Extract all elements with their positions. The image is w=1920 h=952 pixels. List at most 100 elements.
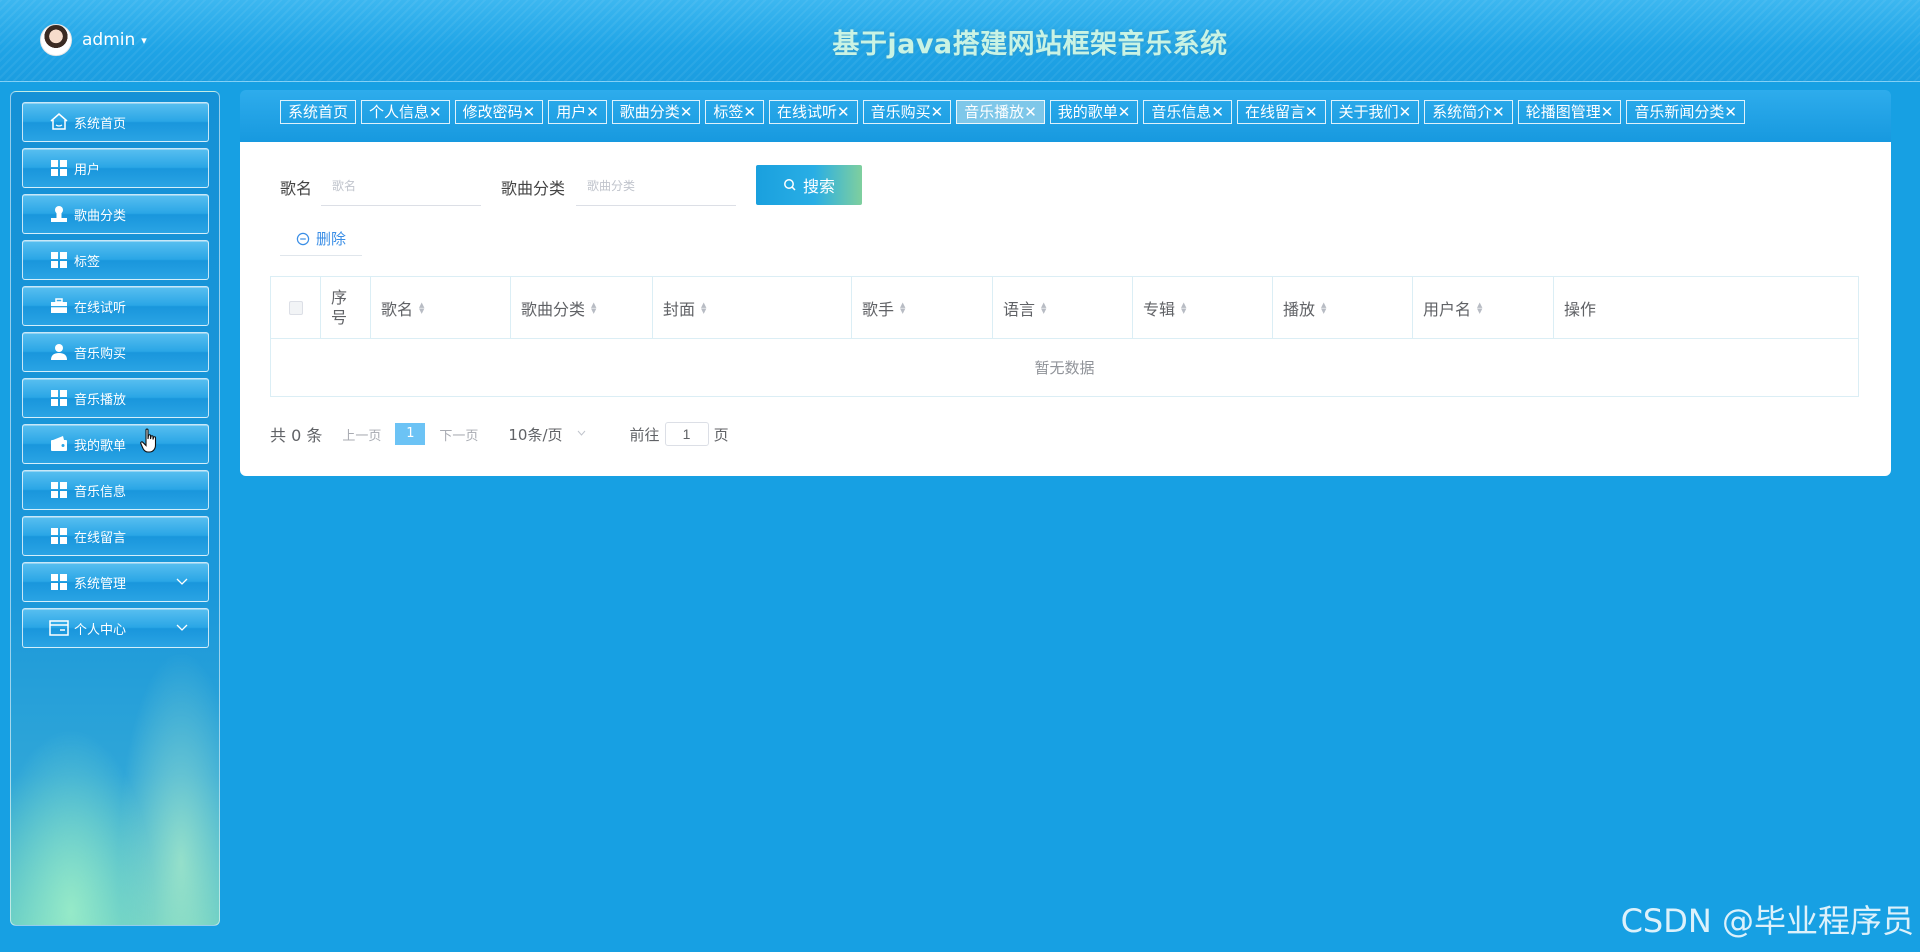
sidebar-item-2[interactable]: 歌曲分类: [22, 194, 209, 234]
grid-icon: [49, 480, 69, 500]
sidebar-item-label: 音乐购买: [74, 346, 127, 362]
site-title: 基于java搭建网站框架音乐系统: [832, 29, 1228, 60]
sidebar: 系统首页用户歌曲分类标签在线试听音乐购买音乐播放我的歌单音乐信息在线留言系统管理…: [10, 91, 220, 926]
sidebar-item-6[interactable]: 音乐播放: [22, 378, 209, 418]
close-icon[interactable]: ✕: [429, 103, 442, 121]
tab-10[interactable]: 音乐信息✕: [1143, 100, 1232, 124]
goto-page-input[interactable]: [664, 422, 709, 446]
home-icon: [49, 112, 69, 132]
delete-button[interactable]: 删除: [280, 222, 362, 256]
song-category-input[interactable]: [576, 166, 736, 206]
tab-15[interactable]: 音乐新闻分类✕: [1626, 100, 1745, 124]
tab-2[interactable]: 修改密码✕: [454, 100, 544, 124]
sidebar-item-8[interactable]: 音乐信息: [22, 470, 209, 510]
sidebar-item-7[interactable]: 我的歌单: [22, 424, 209, 464]
tab-6[interactable]: 在线试听✕: [768, 100, 858, 124]
table-header: 序号 歌名 ▲ ▼ 歌曲分类 ▲ ▼ 封面 ▲ ▼ 歌手 ▲ ▼ 语言 ▲ ▼ 专辑 ▲ ▼ 播放 ▲ ▼ 用户名 ▲ ▼ 操作: [271, 277, 1858, 339]
sidebar-item-label: 音乐信息: [74, 484, 127, 500]
close-icon[interactable]: ✕: [1601, 103, 1614, 121]
tab-12[interactable]: 关于我们✕: [1330, 100, 1420, 124]
column-header-10: 操作: [1554, 277, 1860, 338]
tab-0[interactable]: 系统首页: [280, 100, 357, 124]
sidebar-item-1[interactable]: 用户: [22, 148, 209, 188]
sidebar-item-10[interactable]: 系统管理: [22, 562, 209, 602]
column-header-2[interactable]: 歌名 ▲ ▼: [371, 277, 511, 338]
sort-icon[interactable]: ▲ ▼: [1477, 301, 1482, 314]
search-icon: [784, 179, 796, 191]
tabs-strip: 系统首页 个人信息✕ 修改密码✕ 用户✕ 歌曲分类✕ 标签✕ 在线试听✕ 音乐购买✕ 音乐播放✕…: [280, 100, 1860, 126]
tab-label: 歌曲分类: [619, 103, 680, 121]
page-number-button[interactable]: 1: [395, 423, 426, 445]
close-icon[interactable]: ✕: [931, 103, 944, 121]
song-name-input[interactable]: [321, 166, 481, 206]
grid-icon: [49, 388, 69, 408]
sort-icon[interactable]: ▲ ▼: [1321, 301, 1326, 314]
sidebar-item-4[interactable]: 在线试听: [22, 286, 209, 326]
close-icon[interactable]: ✕: [1492, 103, 1505, 121]
close-icon[interactable]: ✕: [837, 103, 850, 121]
tab-label: 关于我们: [1338, 103, 1399, 121]
tab-13[interactable]: 系统简介✕: [1424, 100, 1513, 124]
close-icon[interactable]: ✕: [1024, 103, 1037, 121]
briefcase-icon: [49, 296, 69, 316]
column-header-7[interactable]: 专辑 ▲ ▼: [1133, 277, 1273, 338]
sidebar-item-label: 在线试听: [74, 300, 127, 316]
sidebar-item-0[interactable]: 系统首页: [22, 102, 209, 142]
sort-icon[interactable]: ▲ ▼: [1041, 301, 1046, 314]
sort-icon[interactable]: ▲ ▼: [701, 301, 706, 314]
column-header-label: 歌名: [381, 299, 414, 319]
music-table: 序号 歌名 ▲ ▼ 歌曲分类 ▲ ▼ 封面 ▲ ▼ 歌手 ▲ ▼ 语言 ▲ ▼ 专辑 ▲ ▼ 播放 ▲ ▼ 用户名 ▲ ▼ 操作 …: [270, 276, 1859, 397]
column-header-4[interactable]: 封面 ▲ ▼: [653, 277, 852, 338]
close-icon[interactable]: ✕: [1724, 103, 1737, 121]
sidebar-item-9[interactable]: 在线留言: [22, 516, 209, 556]
search-button[interactable]: 搜索: [756, 165, 862, 205]
close-icon[interactable]: ✕: [586, 103, 599, 121]
column-header-5[interactable]: 歌手 ▲ ▼: [852, 277, 993, 338]
sort-icon[interactable]: ▲ ▼: [419, 301, 424, 314]
tab-label: 修改密码: [462, 103, 523, 121]
sort-icon[interactable]: ▲ ▼: [591, 301, 596, 314]
close-icon[interactable]: ✕: [1399, 103, 1412, 121]
sidebar-item-11[interactable]: 个人中心: [22, 608, 209, 648]
tab-3[interactable]: 用户✕: [548, 100, 607, 124]
column-header-8[interactable]: 播放 ▲ ▼: [1273, 277, 1413, 338]
column-header-6[interactable]: 语言 ▲ ▼: [993, 277, 1133, 338]
next-page-button[interactable]: 下一页: [439, 425, 478, 444]
chevron-down-icon: [176, 621, 188, 636]
sidebar-item-5[interactable]: 音乐购买: [22, 332, 209, 372]
select-all-checkbox[interactable]: [288, 300, 303, 315]
column-header-0: [271, 277, 321, 338]
close-icon[interactable]: ✕: [1305, 103, 1318, 121]
search-button-label: 搜索: [802, 179, 835, 196]
tab-9[interactable]: 我的歌单✕: [1049, 100, 1139, 124]
page-size-select[interactable]: 10条/页: [508, 424, 585, 445]
song-name-label: 歌名: [280, 179, 313, 198]
column-header-label: 语言: [1003, 299, 1036, 319]
column-header-3[interactable]: 歌曲分类 ▲ ▼: [511, 277, 653, 338]
tab-label: 轮播图管理: [1525, 103, 1601, 121]
close-icon[interactable]: ✕: [1211, 103, 1224, 121]
close-icon[interactable]: ✕: [1118, 103, 1131, 121]
close-icon[interactable]: ✕: [680, 103, 693, 121]
tab-14[interactable]: 轮播图管理✕: [1517, 100, 1622, 124]
tab-8[interactable]: 音乐播放✕: [956, 100, 1045, 124]
tab-5[interactable]: 标签✕: [705, 100, 764, 124]
tab-7[interactable]: 音乐购买✕: [862, 100, 952, 124]
sort-icon[interactable]: ▲ ▼: [1181, 301, 1186, 314]
chevron-down-icon: [577, 429, 586, 439]
tab-4[interactable]: 歌曲分类✕: [611, 100, 701, 124]
close-icon[interactable]: ✕: [743, 103, 756, 121]
prev-page-button[interactable]: 上一页: [342, 425, 381, 444]
tab-11[interactable]: 在线留言✕: [1236, 100, 1326, 124]
grid-icon: [49, 526, 69, 546]
grid-icon: [49, 572, 69, 592]
tab-1[interactable]: 个人信息✕: [361, 100, 450, 124]
tab-label: 在线留言: [1244, 103, 1305, 121]
sidebar-item-label: 系统首页: [74, 116, 127, 132]
column-header-9[interactable]: 用户名 ▲ ▼: [1413, 277, 1554, 338]
close-icon[interactable]: ✕: [523, 103, 536, 121]
sidebar-item-3[interactable]: 标签: [22, 240, 209, 280]
wallet-icon: [49, 434, 69, 454]
sort-icon[interactable]: ▲ ▼: [900, 301, 905, 314]
pagination-total: 共 0 条: [270, 426, 323, 445]
